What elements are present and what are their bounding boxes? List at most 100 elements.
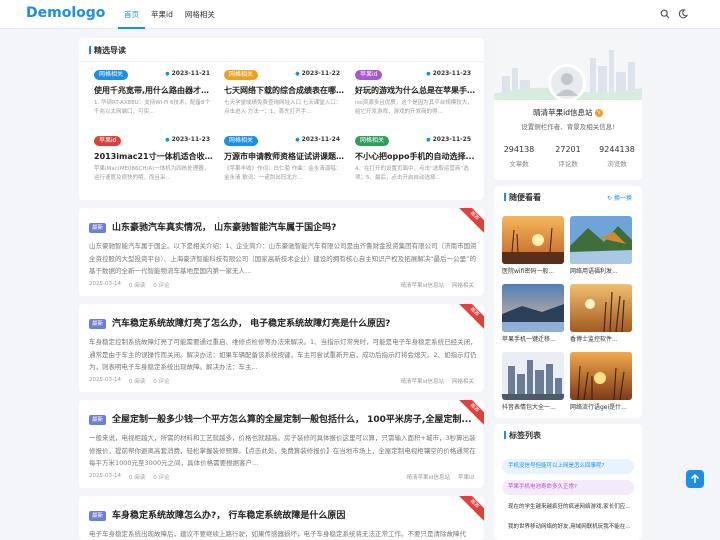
post-card[interactable]: 最新 山东豪驰汽车真实情况， 山东豪驰智能汽车属于国企吗? 山东豪驰智能汽车属于… bbox=[79, 208, 484, 296]
pick-date: 2023-11-23 bbox=[426, 70, 471, 77]
featured-picks-title: 精选导读 bbox=[89, 45, 126, 56]
pick-title[interactable]: 2013imac21寸一体机适合收藏... bbox=[94, 151, 214, 162]
post-meta-right: 晴清苹果id信息站 苹果id bbox=[406, 473, 474, 481]
back-to-top-button[interactable] bbox=[686, 470, 704, 488]
post-comments: 0 评论 bbox=[153, 283, 170, 289]
pick-title[interactable]: 七天网络下载的综合成绩表在哪... bbox=[224, 85, 344, 96]
post-title[interactable]: 汽车稳定系统故障灯亮了怎么办， 电子稳定系统故障灯亮是什么原因? bbox=[112, 316, 472, 329]
refresh-label: 换一换 bbox=[613, 195, 632, 202]
pick-item[interactable]: 苹果id 2023-11-23 2013imac21寸一体机适合收藏... 苹果… bbox=[94, 136, 214, 192]
pick-item[interactable]: 网格相关 2023-11-21 使用千兆宽带,用什么路由器才好... 1. 华硕… bbox=[94, 70, 214, 126]
post-meta: 2025-03-14 0 阅读 0 评论 bbox=[89, 281, 169, 289]
post-title[interactable]: 全屋定制一般多少钱一个平方怎么算的全屋定制一般包括什么， 100平米房子,全屋定… bbox=[112, 412, 472, 425]
tag-item[interactable]: 手机没信号但能可以上网是怎么回事呢? bbox=[502, 459, 634, 474]
post-category[interactable]: 苹果id bbox=[458, 473, 474, 481]
post-meta-right: 晴清苹果id信息站 网格相关 bbox=[400, 281, 474, 289]
pick-excerpt: ios资源多且优质，这个是因为其平台规模较大，给它开发游戏，游戏的开发商的得..… bbox=[355, 100, 473, 115]
post-author[interactable]: 晴清苹果id信息站 bbox=[400, 281, 444, 289]
author-profile-card: 晴清苹果id信息站 V 设置侧栏作者、背景及相关信息! 294138 文章数 2… bbox=[494, 38, 642, 180]
pick-tag[interactable]: 网格相关 bbox=[224, 136, 259, 146]
nav-item-apple-id[interactable]: 苹果id bbox=[145, 0, 179, 29]
pick-item[interactable]: 网格相关 2023-11-24 万源市申请教师资格证试讲课题... 《苹果丰收》… bbox=[224, 136, 344, 192]
pick-title[interactable]: 使用千兆宽带,用什么路由器才好... bbox=[94, 85, 214, 96]
pick-tag[interactable]: 网格相关 bbox=[355, 136, 390, 146]
post-reads: 0 阅读 bbox=[128, 379, 146, 385]
featured-picks-card: 精选导读 网格相关 2023-11-21 使用千兆宽带,用什么路由器才好... … bbox=[79, 38, 484, 200]
pick-title[interactable]: 万源市申请教师资格证试讲课题... bbox=[224, 151, 344, 162]
pick-title[interactable]: 好玩的游戏为什么总是在苹果手... bbox=[355, 85, 475, 96]
stat-posts-label: 文章数 bbox=[509, 160, 529, 168]
pick-date: 2023-11-22 bbox=[295, 70, 340, 77]
pick-date: 2023-11-21 bbox=[165, 70, 210, 77]
post-card[interactable]: 最新 车身稳定系统故障怎么办?， 行车稳定系统故障是什么原因 电子车身稳定系统出… bbox=[79, 496, 484, 540]
post-author[interactable]: 晴清苹果id信息站 bbox=[400, 377, 444, 385]
pick-excerpt: 《苹果丰收》作词：白仁菊 作曲：金永清演唱：金永清 歌词：一诺剑出冠北方... bbox=[224, 166, 342, 181]
new-badge: 最新 bbox=[89, 511, 107, 521]
post-category[interactable]: 网格相关 bbox=[452, 281, 474, 289]
pick-date: 2023-11-25 bbox=[426, 136, 471, 143]
post-date: 2025-03-14 bbox=[89, 281, 121, 287]
profile-name-row: 晴清苹果id信息站 V bbox=[494, 107, 642, 118]
refresh-link[interactable]: ↻ 换一换 bbox=[607, 193, 632, 202]
new-badge: 最新 bbox=[89, 223, 107, 233]
tag-list-card: 标签列表 手机没信号但能可以上网是怎么回事呢? 苹果手机电池寿命多久正常? 现在… bbox=[494, 424, 642, 540]
top-navbar: Demologo 首页 苹果id 网格相关 bbox=[0, 0, 720, 29]
pick-tag[interactable]: 苹果id bbox=[94, 136, 122, 146]
profile-desc: 设置侧栏作者、背景及相关信息! bbox=[521, 123, 615, 131]
arrow-up-icon bbox=[690, 473, 700, 483]
pick-date: 2023-11-24 bbox=[295, 136, 340, 143]
post-thumbnail-caption[interactable]: 苹果手机一键迁移... bbox=[502, 334, 564, 343]
post-excerpt: 山东豪驰智能汽车属于国企。以下是相关介绍：1、企业简介：山东豪驰智能汽车有限公司… bbox=[89, 242, 477, 275]
post-thumbnail-caption[interactable]: 医院wifi密码一般... bbox=[502, 266, 564, 275]
post-category[interactable]: 网格相关 bbox=[452, 377, 474, 385]
pick-tag[interactable]: 苹果id bbox=[355, 70, 383, 80]
stat-comments-count: 27201 bbox=[555, 145, 581, 154]
new-badge: 最新 bbox=[89, 319, 107, 329]
tag-item[interactable]: 苹果手机电池寿命多久正常? bbox=[502, 480, 634, 495]
dark-mode-icon[interactable] bbox=[678, 9, 688, 19]
post-thumbnail-caption[interactable]: 网络用语福利发... bbox=[570, 266, 632, 275]
stat-views-label: 浏览数 bbox=[607, 160, 627, 168]
post-thumbnail-caption[interactable]: 香博士监控软件... bbox=[570, 334, 632, 343]
post-thumbnail[interactable] bbox=[502, 352, 564, 400]
pick-item[interactable]: 网格相关 2023-11-25 不小心把oppo手机的自动选择... 4、在打开… bbox=[355, 136, 475, 192]
pick-tag[interactable]: 网格相关 bbox=[94, 70, 129, 80]
post-card[interactable]: 最新 全屋定制一般多少钱一个平方怎么算的全屋定制一般包括什么， 100平米房子,… bbox=[79, 400, 484, 488]
pick-title[interactable]: 不小心把oppo手机的自动选择... bbox=[355, 151, 475, 162]
post-excerpt: 电子车身稳定系统出现故障后，建议不要继续上路行驶，如果传感器损坏，电子车身稳定系… bbox=[89, 530, 466, 538]
post-author[interactable]: 晴清苹果id信息站 bbox=[406, 473, 450, 481]
post-thumbnail[interactable] bbox=[502, 284, 564, 332]
post-thumbnail[interactable] bbox=[570, 216, 632, 264]
avatar[interactable] bbox=[548, 64, 586, 102]
post-meta-right: 晴清苹果id信息站 网格相关 bbox=[400, 377, 474, 385]
post-card[interactable]: 最新 汽车稳定系统故障灯亮了怎么办， 电子稳定系统故障灯亮是什么原因? 车身稳定… bbox=[79, 304, 484, 392]
stat-views-count: 9244138 bbox=[599, 145, 635, 154]
post-thumbnail[interactable] bbox=[570, 352, 632, 400]
new-badge: 最新 bbox=[89, 415, 107, 425]
nav-item-home[interactable]: 首页 bbox=[118, 0, 145, 29]
post-thumbnail-caption[interactable]: 抖音表情包大全一... bbox=[502, 402, 564, 411]
search-icon[interactable] bbox=[660, 9, 670, 19]
post-date: 2025-03-14 bbox=[89, 473, 121, 479]
pick-item[interactable]: 网格相关 2023-11-22 七天网络下载的综合成绩表在哪... 七天学堂成绩… bbox=[224, 70, 344, 126]
post-thumbnail[interactable] bbox=[570, 284, 632, 332]
refresh-icon: ↻ bbox=[607, 195, 613, 202]
tag-item[interactable]: 我的世界移动网络的好友,用域网联机玩我不能在... bbox=[502, 520, 634, 535]
profile-name[interactable]: 晴清苹果id信息站 bbox=[533, 108, 592, 117]
post-date: 2025-03-14 bbox=[89, 377, 121, 383]
post-thumbnail-caption[interactable]: 网络流行语gei是什... bbox=[570, 402, 632, 411]
tag-item[interactable]: 现在的学生越来越疯狂的疯迷网络游戏,家长们应... bbox=[502, 500, 634, 515]
user-avatar-icon bbox=[556, 73, 578, 96]
pick-tag[interactable]: 网格相关 bbox=[224, 70, 259, 80]
post-excerpt: 车身稳定控制系统故障灯亮了可能需要通过重启、维修点检修等办法来解决。1、当指示灯… bbox=[89, 338, 477, 371]
post-title[interactable]: 山东豪驰汽车真实情况， 山东豪驰智能汽车属于国企吗? bbox=[112, 220, 472, 233]
post-meta: 2025-03-14 0 阅读 0 评论 bbox=[89, 377, 169, 385]
nav-item-grid[interactable]: 网格相关 bbox=[179, 0, 221, 29]
pick-item[interactable]: 苹果id 2023-11-23 好玩的游戏为什么总是在苹果手... ios资源多… bbox=[355, 70, 475, 126]
post-thumbnail[interactable] bbox=[502, 216, 564, 264]
post-meta: 2025-03-14 0 阅读 0 评论 bbox=[89, 473, 169, 481]
site-logo[interactable]: Demologo bbox=[26, 5, 105, 21]
post-title[interactable]: 车身稳定系统故障怎么办?， 行车稳定系统故障是什么原因 bbox=[112, 508, 472, 521]
main-nav: 首页 苹果id 网格相关 bbox=[118, 0, 221, 29]
pick-excerpt: 4、在打开的设置页面中，点击“选取运营商”选项；5、最后，点击开启自动选择... bbox=[355, 166, 469, 181]
